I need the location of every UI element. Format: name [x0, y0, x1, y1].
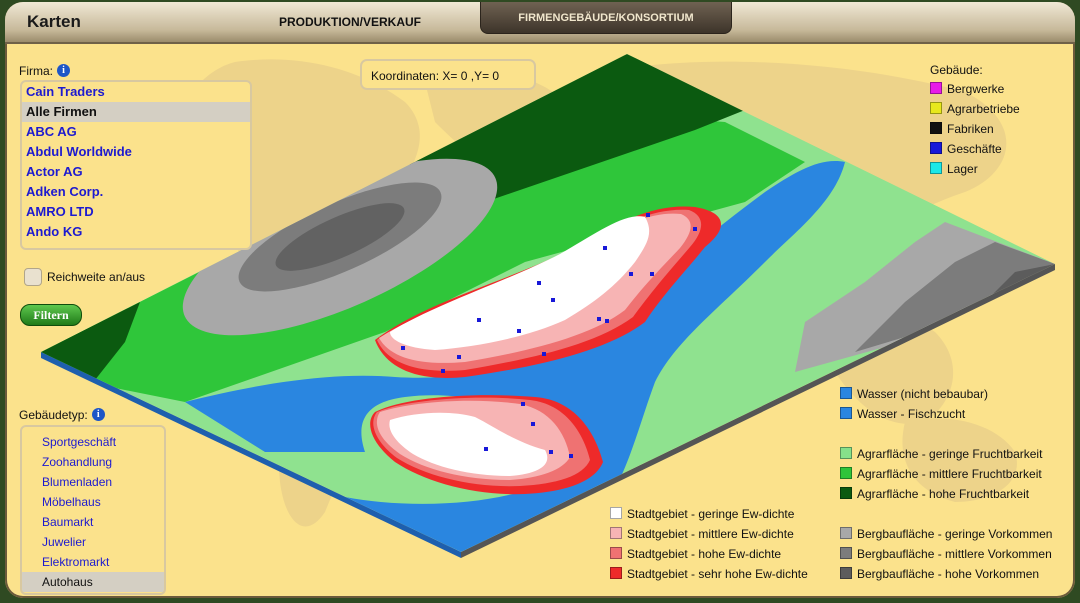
legend-label: Bergbaufläche - hohe Vorkommen	[857, 567, 1040, 581]
legend-item: Wasser (nicht bebaubar)	[840, 387, 988, 401]
legend-item: Bergwerke	[930, 82, 1004, 96]
firma-item[interactable]: Cain Traders	[22, 82, 250, 102]
gebaeudetyp-item[interactable]: Baumarkt	[22, 512, 164, 532]
legend-label: Agrarbetriebe	[947, 102, 1020, 116]
gebaeudetyp-item[interactable]: Sportgeschäft	[22, 432, 164, 452]
legend-item: Stadtgebiet - sehr hohe Ew-dichte	[610, 567, 808, 581]
legend-label: Wasser (nicht bebaubar)	[857, 387, 988, 401]
legend-label: Stadtgebiet - hohe Ew-dichte	[627, 547, 782, 561]
info-icon[interactable]: i	[91, 408, 105, 421]
map-window: Karten PRODUKTION/VERKAUF FIRMENGEBÄUDE/…	[5, 2, 1075, 598]
legend-item: Agrarfläche - geringe Fruchtbarkeit	[840, 447, 1042, 461]
legend-label: Wasser - Fischzucht	[857, 407, 966, 421]
legend-item: Wasser - Fischzucht	[840, 407, 965, 421]
legend-item: Fabriken	[930, 122, 994, 136]
coordinates-readout: Koordinaten: X= 0 ,Y= 0	[360, 59, 536, 90]
legend-item: Bergbaufläche - geringe Vorkommen	[840, 527, 1052, 541]
firma-item[interactable]: Ando KG	[22, 222, 250, 242]
legend-item: Stadtgebiet - mittlere Ew-dichte	[610, 527, 794, 541]
legend-item: Agrarfläche - mittlere Fruchtbarkeit	[840, 467, 1042, 481]
legend-item: Bergbaufläche - mittlere Vorkommen	[840, 547, 1052, 561]
legend-label: Stadtgebiet - sehr hohe Ew-dichte	[627, 567, 808, 581]
gebaeudetyp-item[interactable]: Elektromarkt	[22, 552, 164, 572]
legend-swatch-icon	[930, 142, 942, 154]
reichweite-label: Reichweite an/aus	[47, 270, 146, 284]
gebaeudetyp-list[interactable]: Sportgeschäft Zoohandlung Blumenladen Mö…	[20, 425, 166, 595]
legend-item: Geschäfte	[930, 142, 1002, 156]
legend-swatch-icon	[930, 102, 942, 114]
legend-label: Stadtgebiet - mittlere Ew-dichte	[627, 527, 794, 541]
firma-item-selected[interactable]: Alle Firmen	[22, 102, 250, 122]
gebaeudetyp-item[interactable]: Möbelhaus	[22, 492, 164, 512]
gebaeudetyp-label: Gebäudetyp:	[19, 408, 88, 422]
gebaeudetyp-label-row: Gebäudetyp: i	[19, 408, 105, 422]
legend-swatch-icon	[840, 567, 852, 579]
legend-item: Stadtgebiet - geringe Ew-dichte	[610, 507, 794, 521]
legend-label: Bergbaufläche - geringe Vorkommen	[857, 527, 1053, 541]
legend-swatch-icon	[840, 547, 852, 559]
legend-swatch-icon	[610, 527, 622, 539]
legend-label: Geschäfte	[947, 142, 1002, 156]
legend-item: Bergbaufläche - hohe Vorkommen	[840, 567, 1039, 581]
firma-item[interactable]: Actor AG	[22, 162, 250, 182]
legend-swatch-icon	[840, 527, 852, 539]
legend-swatch-icon	[840, 387, 852, 399]
reichweite-checkbox[interactable]	[24, 268, 42, 286]
legend-swatch-icon	[840, 447, 852, 459]
legend-item: Lager	[930, 162, 978, 176]
legend-swatch-icon	[840, 407, 852, 419]
legend-swatch-icon	[840, 467, 852, 479]
gebaeudetyp-item[interactable]: Blumenladen	[22, 472, 164, 492]
firma-item[interactable]: Abdul Worldwide	[22, 142, 250, 162]
legend-label: Agrarfläche - mittlere Fruchtbarkeit	[857, 467, 1042, 481]
firma-list[interactable]: Cain Traders Alle Firmen ABC AG Abdul Wo…	[20, 80, 252, 250]
gebaeudetyp-item[interactable]: Juwelier	[22, 532, 164, 552]
legend-item: Stadtgebiet - hohe Ew-dichte	[610, 547, 781, 561]
legend-item: Agrarbetriebe	[930, 102, 1020, 116]
legend-label: Agrarfläche - hohe Fruchtbarkeit	[857, 487, 1030, 501]
legend-label: Stadtgebiet - geringe Ew-dichte	[627, 507, 795, 521]
legend-item: Agrarfläche - hohe Fruchtbarkeit	[840, 487, 1029, 501]
legend-swatch-icon	[930, 82, 942, 94]
legend-swatch-icon	[610, 547, 622, 559]
legend-label: Lager	[947, 162, 978, 176]
filter-button[interactable]: Filtern	[20, 304, 82, 326]
legend-swatch-icon	[610, 567, 622, 579]
firma-item[interactable]: ABC AG	[22, 122, 250, 142]
legend-swatch-icon	[930, 122, 942, 134]
legend-swatch-icon	[840, 487, 852, 499]
legend-swatch-icon	[610, 507, 622, 519]
legend-swatch-icon	[930, 162, 942, 174]
legend-label: Bergwerke	[947, 82, 1005, 96]
firma-label-row: Firma: i	[19, 64, 70, 78]
legend-label: Agrarfläche - geringe Fruchtbarkeit	[857, 447, 1043, 461]
gebaeudetyp-item-selected[interactable]: Autohaus	[22, 572, 164, 592]
gebaeudetyp-item[interactable]: Zoohandlung	[22, 452, 164, 472]
legend-label: Fabriken	[947, 122, 994, 136]
info-icon[interactable]: i	[57, 64, 70, 77]
firma-item[interactable]: AMRO LTD	[22, 202, 250, 222]
firma-label: Firma:	[19, 64, 53, 78]
firma-item[interactable]: Adken Corp.	[22, 182, 250, 202]
legend-label: Bergbaufläche - mittlere Vorkommen	[857, 547, 1052, 561]
legend-gebaeude-title: Gebäude:	[930, 63, 983, 77]
